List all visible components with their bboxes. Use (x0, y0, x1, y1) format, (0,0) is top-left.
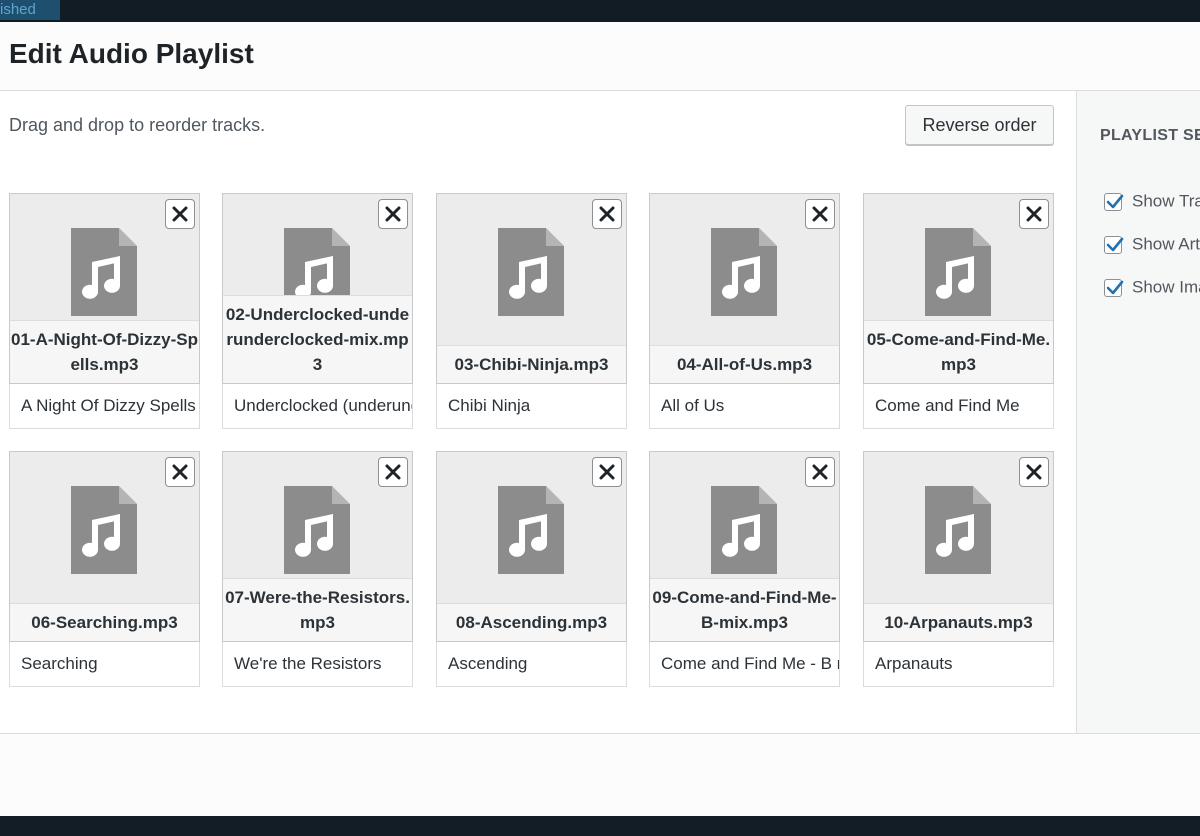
track-title-input[interactable] (9, 384, 200, 429)
reorder-instructions: Drag and drop to reorder tracks. (9, 115, 266, 135)
close-icon (172, 206, 188, 222)
track-filename: 07-Were-the-Resistors.mp3 (223, 578, 412, 641)
track-item[interactable]: 01-A-Night-Of-Dizzy-Spells.mp3 (9, 193, 200, 429)
track-title-input[interactable] (222, 384, 413, 429)
track-thumbnail[interactable]: 08-Ascending.mp3 (436, 451, 627, 642)
track-thumbnail[interactable]: 07-Were-the-Resistors.mp3 (222, 451, 413, 642)
track-title-input[interactable] (649, 642, 840, 687)
track-title-input[interactable] (863, 384, 1054, 429)
audio-file-icon (711, 228, 777, 316)
audio-file-icon (71, 228, 137, 316)
setting-show-images[interactable]: Show Images (1104, 277, 1200, 298)
track-item[interactable]: 08-Ascending.mp3 (436, 451, 627, 687)
close-icon (1026, 206, 1042, 222)
remove-track-button[interactable] (378, 199, 408, 229)
playlist-settings-sidebar: PLAYLIST SETTINGS Show Tracklist Show Ar… (1076, 91, 1200, 733)
setting-show-tracklist[interactable]: Show Tracklist (1104, 191, 1200, 212)
track-thumbnail[interactable]: 03-Chibi-Ninja.mp3 (436, 193, 627, 384)
remove-track-button[interactable] (1019, 457, 1049, 487)
remove-track-button[interactable] (378, 457, 408, 487)
audio-file-icon (71, 486, 137, 574)
close-icon (172, 464, 188, 480)
close-icon (385, 206, 401, 222)
audio-file-icon (925, 228, 991, 316)
track-item[interactable]: 10-Arpanauts.mp3 (863, 451, 1054, 687)
playlist-settings-heading: PLAYLIST SETTINGS (1100, 127, 1200, 144)
track-item[interactable]: 05-Come-and-Find-Me.mp3 (863, 193, 1054, 429)
remove-track-button[interactable] (805, 457, 835, 487)
show-tracklist-checkbox[interactable] (1104, 192, 1124, 211)
track-thumbnail[interactable]: 02-Underclocked-underunderclocked-mix.mp… (222, 193, 413, 384)
close-icon (599, 206, 615, 222)
remove-track-button[interactable] (165, 199, 195, 229)
close-icon (812, 206, 828, 222)
remove-track-button[interactable] (592, 199, 622, 229)
track-filename: 01-A-Night-Of-Dizzy-Spells.mp3 (10, 320, 199, 383)
track-filename: 03-Chibi-Ninja.mp3 (437, 345, 626, 383)
checkmark-icon (1106, 194, 1124, 208)
track-thumbnail[interactable]: 01-A-Night-Of-Dizzy-Spells.mp3 (9, 193, 200, 384)
track-thumbnail[interactable]: 09-Come-and-Find-Me-B-mix.mp3 (649, 451, 840, 642)
checkmark-icon (1106, 280, 1124, 294)
show-artist-checkbox[interactable] (1104, 235, 1124, 254)
backdrop-top: ished (0, 0, 1200, 22)
track-title-input[interactable] (436, 642, 627, 687)
track-title-input[interactable] (649, 384, 840, 429)
modal-header: Edit Audio Playlist (0, 22, 1200, 91)
track-item[interactable]: 02-Underclocked-underunderclocked-mix.mp… (222, 193, 413, 429)
reverse-order-button[interactable]: Reverse order (905, 105, 1054, 145)
setting-show-artist[interactable]: Show Artist Name in Tracklist (1104, 234, 1200, 255)
playlist-content: Drag and drop to reorder tracks. Reverse… (0, 91, 1076, 733)
close-icon (599, 464, 615, 480)
track-filename: 02-Underclocked-underunderclocked-mix.mp… (223, 295, 412, 383)
modal-title: Edit Audio Playlist (9, 38, 254, 69)
close-icon (385, 464, 401, 480)
track-thumbnail[interactable]: 10-Arpanauts.mp3 (863, 451, 1054, 642)
track-filename: 10-Arpanauts.mp3 (864, 603, 1053, 641)
audio-file-icon (498, 228, 564, 316)
track-title-input[interactable] (863, 642, 1054, 687)
remove-track-button[interactable] (1019, 199, 1049, 229)
audio-file-icon (711, 486, 777, 574)
remove-track-button[interactable] (165, 457, 195, 487)
audio-file-icon (925, 486, 991, 574)
edit-playlist-modal: Edit Audio Playlist Drag and drop to reo… (0, 22, 1200, 817)
close-icon (812, 464, 828, 480)
remove-track-button[interactable] (805, 199, 835, 229)
remove-track-button[interactable] (592, 457, 622, 487)
track-title-input[interactable] (9, 642, 200, 687)
track-title-input[interactable] (436, 384, 627, 429)
audio-file-icon (498, 486, 564, 574)
checkmark-icon (1106, 237, 1124, 251)
track-item[interactable]: 07-Were-the-Resistors.mp3 (222, 451, 413, 687)
track-thumbnail[interactable]: 04-All-of-Us.mp3 (649, 193, 840, 384)
backdrop-bottom (0, 816, 1200, 836)
track-filename: 06-Searching.mp3 (10, 603, 199, 641)
track-filename: 09-Come-and-Find-Me-B-mix.mp3 (650, 578, 839, 641)
track-thumbnail[interactable]: 05-Come-and-Find-Me.mp3 (863, 193, 1054, 384)
backdrop-status-tag: ished (0, 0, 60, 20)
show-images-checkbox[interactable] (1104, 278, 1124, 297)
track-item[interactable]: 04-All-of-Us.mp3 (649, 193, 840, 429)
modal-footer (0, 733, 1200, 817)
close-icon (1026, 464, 1042, 480)
track-item[interactable]: 09-Come-and-Find-Me-B-mix.mp3 (649, 451, 840, 687)
show-artist-label: Show Artist Name in Tracklist (1132, 234, 1200, 254)
track-filename: 08-Ascending.mp3 (437, 603, 626, 641)
track-item[interactable]: 06-Searching.mp3 (9, 451, 200, 687)
audio-file-icon (284, 486, 350, 574)
show-tracklist-label: Show Tracklist (1132, 191, 1200, 211)
track-title-input[interactable] (222, 642, 413, 687)
track-filename: 04-All-of-Us.mp3 (650, 345, 839, 383)
track-item[interactable]: 03-Chibi-Ninja.mp3 (436, 193, 627, 429)
track-filename: 05-Come-and-Find-Me.mp3 (864, 320, 1053, 383)
show-images-label: Show Images (1132, 277, 1200, 297)
track-thumbnail[interactable]: 06-Searching.mp3 (9, 451, 200, 642)
